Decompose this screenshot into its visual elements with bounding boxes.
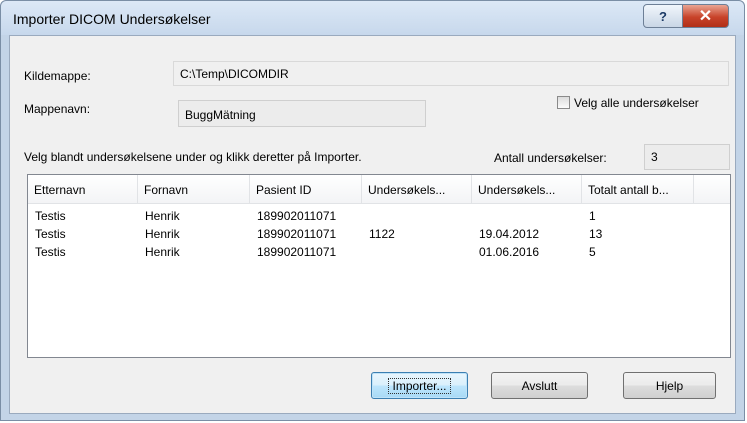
cell-surname: Testis bbox=[35, 209, 66, 223]
cell-surname: Testis bbox=[35, 245, 66, 259]
table-row[interactable]: Testis Henrik 189902011071 1122 19.04.20… bbox=[28, 227, 730, 245]
table-row[interactable]: Testis Henrik 189902011071 1 bbox=[28, 209, 730, 227]
cell-firstname: Henrik bbox=[145, 227, 180, 241]
question-icon: ? bbox=[659, 8, 667, 24]
column-header-surname[interactable]: Etternavn bbox=[28, 175, 138, 203]
column-header-exam-1[interactable]: Undersøkels... bbox=[362, 175, 472, 203]
cell-surname: Testis bbox=[35, 227, 66, 241]
cell-total: 1 bbox=[589, 209, 596, 223]
select-all-label[interactable]: Velg alle undersøkelser bbox=[574, 96, 699, 110]
dialog-body: Kildemappe: C:\Temp\DICOMDIR Mappenavn: … bbox=[9, 35, 736, 414]
column-header-firstname[interactable]: Fornavn bbox=[138, 175, 250, 203]
close-button-label: Avslutt bbox=[521, 378, 558, 393]
import-button[interactable]: Importer... bbox=[371, 372, 468, 399]
cell-total: 5 bbox=[589, 245, 596, 259]
cell-patient-id: 189902011071 bbox=[257, 227, 337, 241]
cell-exam-1: 1122 bbox=[369, 227, 395, 241]
select-all-checkbox[interactable] bbox=[557, 96, 570, 109]
cell-patient-id: 189902011071 bbox=[257, 245, 337, 259]
title-close-button[interactable]: ✕ bbox=[682, 4, 729, 28]
examinations-list[interactable]: Etternavn Fornavn Pasient ID Undersøkels… bbox=[27, 174, 731, 358]
cell-exam-2: 19.04.2012 bbox=[479, 227, 540, 241]
cell-exam-2: 01.06.2016 bbox=[479, 245, 540, 259]
import-button-label: Importer... bbox=[388, 377, 451, 394]
close-button[interactable]: Avslutt bbox=[491, 372, 588, 399]
help-button[interactable]: Hjelp bbox=[623, 372, 716, 399]
table-row[interactable]: Testis Henrik 189902011071 01.06.2016 5 bbox=[28, 245, 730, 263]
cell-firstname: Henrik bbox=[145, 245, 180, 259]
count-label: Antall undersøkelser: bbox=[494, 151, 607, 165]
folder-name-field[interactable]: BuggMätning bbox=[178, 100, 426, 127]
count-field: 3 bbox=[644, 144, 730, 170]
title-bar[interactable]: Importer DICOM Undersøkelser ? ✕ bbox=[1, 1, 744, 35]
folder-name-label: Mappenavn: bbox=[24, 102, 91, 116]
cell-patient-id: 189902011071 bbox=[257, 209, 337, 223]
column-header-total[interactable]: Totalt antall b... bbox=[582, 175, 694, 203]
list-header: Etternavn Fornavn Pasient ID Undersøkels… bbox=[28, 175, 730, 204]
cell-total: 13 bbox=[589, 227, 603, 241]
column-header-exam-2[interactable]: Undersøkels... bbox=[472, 175, 582, 203]
dialog-window: Importer DICOM Undersøkelser ? ✕ Kildema… bbox=[0, 0, 745, 421]
source-folder-field: C:\Temp\DICOMDIR bbox=[173, 61, 729, 86]
column-header-patient-id[interactable]: Pasient ID bbox=[250, 175, 362, 203]
title-help-button[interactable]: ? bbox=[643, 4, 683, 28]
close-icon: ✕ bbox=[698, 8, 713, 25]
window-title: Importer DICOM Undersøkelser bbox=[13, 11, 211, 27]
source-folder-label: Kildemappe: bbox=[24, 69, 91, 83]
help-button-label: Hjelp bbox=[655, 378, 684, 393]
cell-firstname: Henrik bbox=[145, 209, 180, 223]
instruction-text: Velg blandt undersøkelsene under og klik… bbox=[24, 150, 362, 164]
